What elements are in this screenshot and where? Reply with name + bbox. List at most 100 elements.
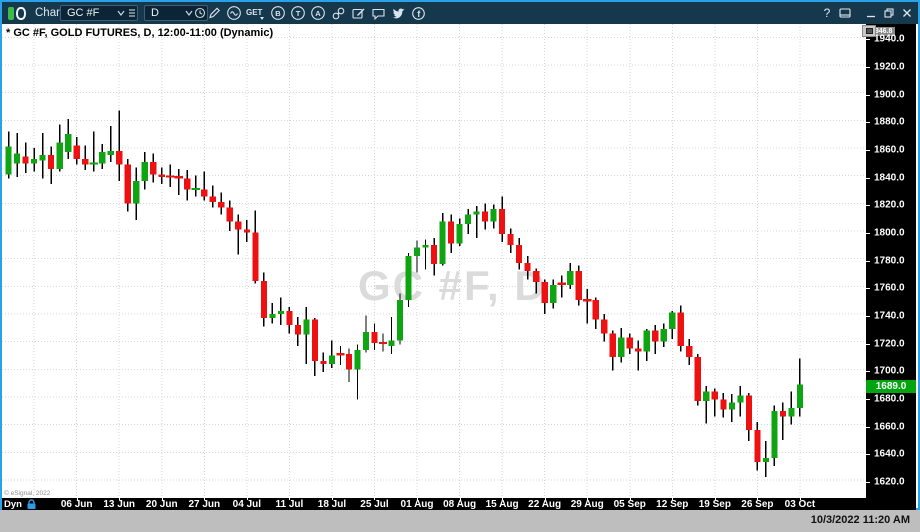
link-symbol-icon[interactable] [328, 3, 348, 23]
candle-29-Jun [218, 192, 224, 214]
candle-30-May [31, 148, 37, 172]
alerts-icon[interactable]: A [308, 3, 328, 23]
x-axis-label: 12 Sep [656, 499, 688, 510]
x-axis-label: 04 Jul [233, 499, 261, 510]
candle-23-Sep [746, 393, 752, 441]
candle-07-Jul [269, 303, 275, 324]
candle-10-Jun [108, 126, 114, 162]
title-bar: Chart GC #F D [2, 2, 918, 24]
candle-11-Aug [482, 203, 488, 229]
candle-15-Jul [320, 353, 326, 372]
lock-icon [25, 499, 38, 510]
candle-16-Sep [703, 386, 709, 423]
symbol-combo[interactable]: GC #F [60, 5, 138, 21]
bar-type-icon[interactable]: B [268, 3, 288, 23]
chevron-down-icon[interactable] [115, 6, 137, 20]
y-axis-tick-mark [866, 122, 870, 123]
candle-06-Sep [635, 340, 641, 370]
candle-21-Jul [354, 344, 360, 399]
candle-30-Aug [593, 297, 599, 329]
y-axis-tick-label: 1880.0 [874, 117, 905, 128]
chart-canvas[interactable]: GC #F, D * GC #F, GOLD FUTURES, D, 12:00… [2, 24, 866, 498]
candle-03-Jun [65, 119, 71, 159]
candle-16-Jun [142, 152, 148, 189]
get-studies-icon[interactable]: GET [244, 3, 268, 23]
candle-15-Aug [499, 196, 505, 242]
candle-05-Sep [627, 333, 633, 354]
facebook-share-icon[interactable]: f [408, 3, 428, 23]
candle-31-Aug [601, 314, 607, 342]
y-axis-tick-label: 1620.0 [874, 476, 905, 487]
candle-15-Sep [695, 354, 701, 405]
panel-button[interactable] [836, 3, 854, 23]
candle-28-Jun [210, 185, 216, 207]
candle-05-Aug [448, 214, 454, 253]
help-button[interactable]: ? [818, 3, 836, 23]
svg-text:GET: GET [246, 8, 263, 17]
candle-25-Jul [371, 324, 377, 350]
y-axis-tick-mark [866, 344, 870, 345]
studies-icon[interactable] [224, 3, 244, 23]
candle-09-Aug [465, 209, 471, 234]
candle-08-Aug [456, 219, 462, 247]
close-button[interactable] [898, 3, 916, 23]
candle-09-Sep [661, 324, 667, 348]
candle-07-Jun [82, 145, 88, 170]
time-template-icon[interactable]: T [288, 3, 308, 23]
candle-22-Jun [175, 169, 183, 195]
draw-tools-icon[interactable] [204, 3, 224, 23]
compose-note-icon[interactable] [348, 3, 368, 23]
copyright-text: © eSignal, 2022 [4, 490, 50, 497]
watermark: GC #F, D [358, 262, 547, 309]
candle-24-Jun [192, 176, 200, 197]
pane-restore-button[interactable] [862, 25, 876, 37]
svg-text:A: A [315, 9, 321, 18]
y-axis-tick-label: 1760.0 [874, 283, 905, 294]
candle-26-Sep [754, 422, 760, 470]
y-axis-tick-label: 1780.0 [874, 255, 905, 266]
y-axis-tick-mark [866, 67, 870, 68]
x-axis-label: 08 Aug [443, 499, 476, 510]
x-axis-label: 29 Aug [571, 499, 604, 510]
interval-combo[interactable]: D [144, 5, 208, 21]
y-axis-tick-mark [866, 233, 870, 234]
price-axis[interactable]: 1946.8 1689.0 1940.01920.01900.01880.018… [866, 24, 916, 510]
candle-18-Jul [329, 340, 335, 368]
status-datetime: 10/3/2022 11:20 AM [811, 514, 910, 526]
hamburger-menu-icon [129, 10, 135, 16]
candle-13-Jul [303, 307, 309, 364]
svg-text:B: B [275, 9, 281, 18]
minimize-button[interactable] [862, 3, 880, 23]
y-axis-tick-mark [866, 178, 870, 179]
candle-14-Jul [312, 318, 318, 376]
candle-22-Sep [737, 386, 743, 416]
candle-10-Aug [473, 206, 479, 238]
candle-12-Jul [295, 317, 301, 346]
y-axis-tick-mark [866, 454, 870, 455]
twitter-share-icon[interactable] [388, 3, 408, 23]
candle-01-Sep [610, 331, 616, 371]
candle-21-Jun [166, 165, 174, 187]
candle-24-Aug [557, 275, 565, 297]
candle-01-Jun [48, 147, 54, 184]
candle-02-Jun [57, 125, 63, 172]
y-axis-tick-mark [866, 95, 870, 96]
restore-button[interactable] [880, 3, 898, 23]
y-axis-tick-label: 1920.0 [874, 62, 905, 73]
y-axis-tick-mark [866, 399, 870, 400]
candle-22-Jul [363, 315, 369, 352]
x-axis-label: 19 Sep [699, 499, 731, 510]
svg-text:f: f [417, 9, 421, 19]
candle-13-Sep [678, 306, 684, 352]
y-axis-tick-mark [866, 261, 870, 262]
x-axis-label: 03 Oct [785, 499, 816, 510]
y-axis-tick-label: 1940.0 [874, 34, 905, 45]
candle-12-Sep [669, 311, 675, 339]
y-axis-tick-label: 1840.0 [874, 172, 905, 183]
candle-19-Sep [712, 389, 718, 417]
x-axis-label: 18 Jul [318, 499, 346, 510]
chat-icon[interactable] [368, 3, 388, 23]
y-axis-tick-label: 1640.0 [874, 449, 905, 460]
x-axis-label: 15 Aug [486, 499, 519, 510]
time-axis[interactable]: Dyn 06 Jun13 Jun20 Jun27 Jun04 Jul11 Jul… [2, 498, 866, 510]
